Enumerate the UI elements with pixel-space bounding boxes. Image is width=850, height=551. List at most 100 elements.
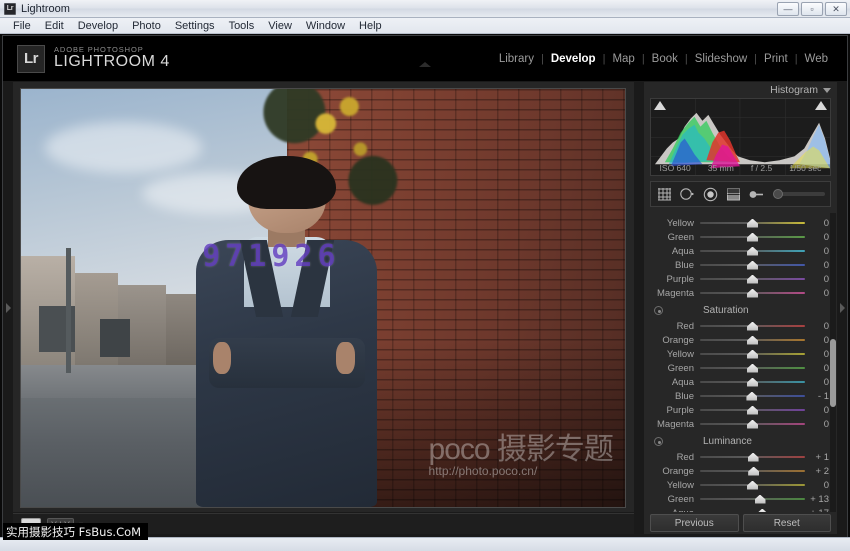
slider-track-aqua[interactable] <box>700 378 805 387</box>
slider-knob-magenta[interactable] <box>747 289 758 298</box>
top-panel-collapse-arrow[interactable] <box>419 62 431 67</box>
spot-removal-tool-icon[interactable] <box>679 186 696 203</box>
menu-item-help[interactable]: Help <box>352 18 389 34</box>
menu-item-edit[interactable]: Edit <box>38 18 71 34</box>
module-tab-book[interactable]: Book <box>645 53 685 65</box>
menu-item-file[interactable]: File <box>6 18 38 34</box>
slider-track-red[interactable] <box>700 453 805 462</box>
minimize-button[interactable]: — <box>777 2 799 16</box>
slider-track-green[interactable] <box>700 495 805 504</box>
slider-track-yellow[interactable] <box>700 219 805 228</box>
targeted-adjustment-tool-icon[interactable] <box>654 306 663 315</box>
slider-value-yellow[interactable]: 0 <box>805 480 831 491</box>
highlight-clipping-indicator[interactable] <box>815 101 827 110</box>
slider-value-red[interactable]: 0 <box>805 321 831 332</box>
slider-value-orange[interactable]: + 2 <box>805 466 831 477</box>
crop-overlay-tool-icon[interactable] <box>656 186 673 203</box>
slider-value-orange[interactable]: 0 <box>805 335 831 346</box>
slider-knob-blue[interactable] <box>746 392 757 401</box>
menu-item-develop[interactable]: Develop <box>71 18 125 34</box>
slider-knob-green[interactable] <box>747 233 758 242</box>
slider-track-magenta[interactable] <box>700 289 805 298</box>
slider-track-purple[interactable] <box>700 275 805 284</box>
graduated-filter-tool-icon[interactable] <box>725 186 742 203</box>
module-tab-web[interactable]: Web <box>798 53 835 65</box>
slider-value-aqua[interactable]: 0 <box>805 246 831 257</box>
slider-value-yellow[interactable]: 0 <box>805 349 831 360</box>
shadow-clipping-indicator[interactable] <box>654 101 666 110</box>
reset-button[interactable]: Reset <box>743 514 832 532</box>
adjustment-brush-tool-icon[interactable] <box>748 186 765 203</box>
slider-knob-orange[interactable] <box>747 336 758 345</box>
slider-value-yellow[interactable]: 0 <box>805 218 831 229</box>
slider-track-purple[interactable] <box>700 406 805 415</box>
module-tab-slideshow[interactable]: Slideshow <box>688 53 754 65</box>
slider-track-orange[interactable] <box>700 336 805 345</box>
slider-track-orange[interactable] <box>700 467 805 476</box>
menu-item-view[interactable]: View <box>261 18 299 34</box>
poco-watermark: poco 摄影专题 http://photo.poco.cn/ <box>429 434 613 478</box>
menu-item-tools[interactable]: Tools <box>222 18 262 34</box>
targeted-adjustment-tool-icon[interactable] <box>654 437 663 446</box>
close-button[interactable]: ✕ <box>825 2 847 16</box>
menu-item-photo[interactable]: Photo <box>125 18 168 34</box>
identity-plate[interactable]: Lr ADOBE PHOTOSHOP LIGHTROOM 4 <box>17 45 170 73</box>
slider-track-red[interactable] <box>700 322 805 331</box>
slider-track-blue[interactable] <box>700 261 805 270</box>
module-tab-print[interactable]: Print <box>757 53 795 65</box>
slider-value-aqua[interactable]: 0 <box>805 377 831 388</box>
right-panel-collapse-arrow[interactable] <box>837 82 847 534</box>
histogram-graph[interactable]: ISO 640 35 mm f / 2.5 1/50 sec <box>650 98 831 176</box>
menu-item-window[interactable]: Window <box>299 18 352 34</box>
module-tab-library[interactable]: Library <box>492 53 541 65</box>
photo-frame: 971926 poco 摄影专题 http://photo.poco.cn/ <box>21 89 625 507</box>
slider-value-green[interactable]: 0 <box>805 363 831 374</box>
slider-knob-yellow[interactable] <box>747 350 758 359</box>
slider-track-aqua[interactable] <box>700 247 805 256</box>
maximize-button[interactable]: ▫ <box>801 2 823 16</box>
brush-size-knob[interactable] <box>773 189 783 199</box>
slider-value-green[interactable]: + 13 <box>805 494 831 505</box>
chevron-down-icon[interactable] <box>823 88 831 93</box>
image-canvas[interactable]: 971926 poco 摄影专题 http://photo.poco.cn/ <box>13 82 634 512</box>
slider-track-yellow[interactable] <box>700 350 805 359</box>
slider-track-yellow[interactable] <box>700 481 805 490</box>
slider-track-green[interactable] <box>700 233 805 242</box>
slider-knob-red[interactable] <box>747 322 758 331</box>
slider-value-blue[interactable]: 0 <box>805 260 831 271</box>
photo-number-watermark: 971926 <box>202 239 340 274</box>
slider-value-magenta[interactable]: 0 <box>805 419 831 430</box>
module-tab-develop[interactable]: Develop <box>544 53 603 65</box>
red-eye-tool-icon[interactable] <box>702 186 719 203</box>
right-panel-scrollbar[interactable] <box>830 213 836 512</box>
slider-knob-aqua[interactable] <box>747 378 758 387</box>
slider-value-purple[interactable]: 0 <box>805 405 831 416</box>
slider-value-purple[interactable]: 0 <box>805 274 831 285</box>
left-panel-collapse-arrow[interactable] <box>3 82 13 534</box>
slider-knob-orange[interactable] <box>748 467 759 476</box>
slider-knob-green[interactable] <box>755 495 766 504</box>
slider-value-red[interactable]: + 1 <box>805 452 831 463</box>
slider-knob-aqua[interactable] <box>747 247 758 256</box>
slider-knob-magenta[interactable] <box>747 420 758 429</box>
slider-knob-blue[interactable] <box>747 261 758 270</box>
module-tab-map[interactable]: Map <box>605 53 641 65</box>
brush-size-slider[interactable] <box>775 192 825 196</box>
previous-button[interactable]: Previous <box>650 514 739 532</box>
slider-knob-yellow[interactable] <box>747 219 758 228</box>
slider-knob-green[interactable] <box>747 364 758 373</box>
slider-knob-purple[interactable] <box>747 406 758 415</box>
slider-track-blue[interactable] <box>700 392 805 401</box>
slider-knob-purple[interactable] <box>747 275 758 284</box>
slider-knob-yellow[interactable] <box>747 481 758 490</box>
slider-value-blue[interactable]: - 1 <box>805 391 831 402</box>
slider-track-magenta[interactable] <box>700 420 805 429</box>
slider-value-magenta[interactable]: 0 <box>805 288 831 299</box>
slider-value-green[interactable]: 0 <box>805 232 831 243</box>
slider-track-green[interactable] <box>700 364 805 373</box>
hsl-group-hue: Yellow0Green0Aqua0Blue0Purple0Magenta0 <box>644 213 837 300</box>
slider-knob-red[interactable] <box>748 453 759 462</box>
histogram-header[interactable]: Histogram <box>644 82 837 98</box>
right-panel-scroll-thumb[interactable] <box>830 339 836 408</box>
menu-item-settings[interactable]: Settings <box>168 18 222 34</box>
